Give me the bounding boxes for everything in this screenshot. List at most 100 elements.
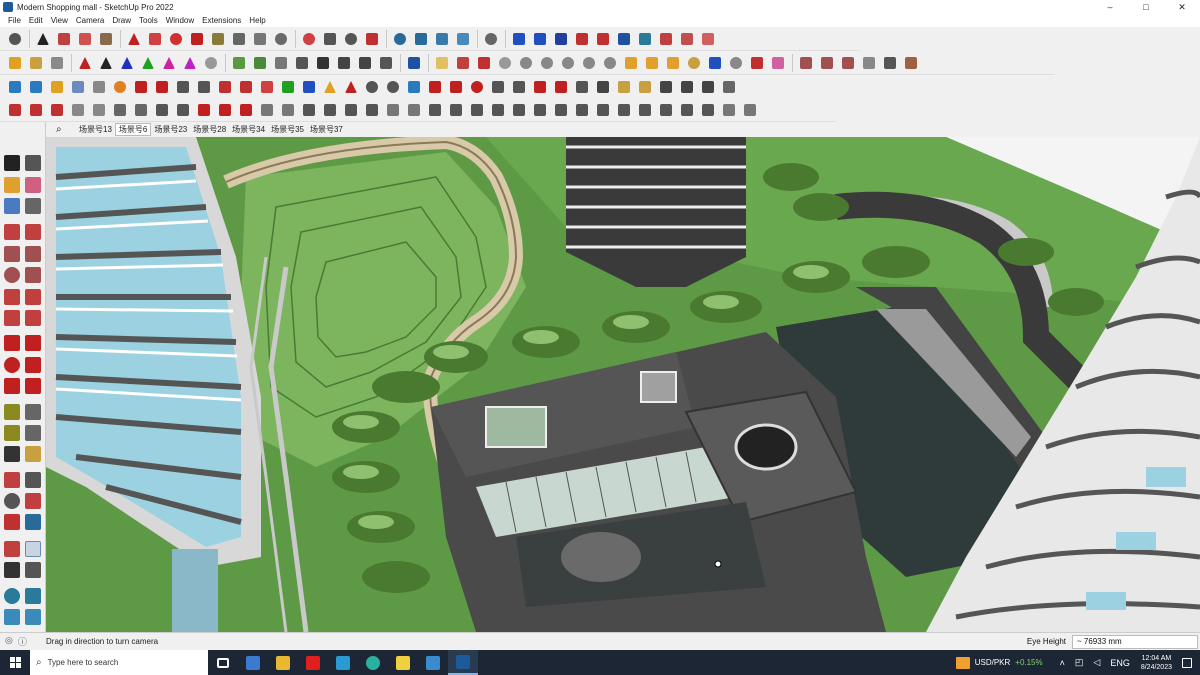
look-around-icon[interactable] (25, 541, 41, 557)
chevron-up-icon[interactable]: ˄ (1060, 658, 1065, 668)
scene-tab[interactable]: 场景号23 (151, 124, 190, 135)
plugin-tool-icon[interactable] (257, 100, 277, 120)
scene-tab[interactable]: 场景号34 (229, 124, 268, 135)
paint-bucket-icon[interactable] (4, 177, 20, 193)
orbit-icon[interactable] (299, 29, 319, 49)
start-button[interactable] (0, 650, 30, 675)
tag-tool-icon[interactable] (25, 198, 41, 214)
plugin-tool-icon[interactable] (530, 100, 550, 120)
currency-widget[interactable]: USD/PKR +0.15% (955, 656, 1043, 669)
extension-warehouse-icon[interactable] (411, 29, 431, 49)
plugin-tool-icon[interactable] (656, 29, 676, 49)
plugin-tool-icon[interactable] (292, 53, 312, 73)
search-icon[interactable]: ⌕ (56, 124, 70, 135)
plugin-tool-icon[interactable] (355, 53, 375, 73)
plugin-tool-icon[interactable] (677, 29, 697, 49)
menu-help[interactable]: Help (245, 16, 269, 25)
plugin-tool-icon[interactable] (341, 100, 361, 120)
tape-measure-icon[interactable] (4, 404, 20, 420)
push-pull-icon[interactable] (124, 29, 144, 49)
plugin-tool-icon[interactable] (236, 77, 256, 97)
plugin-tool-icon[interactable] (173, 77, 193, 97)
credits-icon[interactable]: ⓘ (18, 635, 27, 648)
text-tool-icon[interactable] (250, 29, 270, 49)
plugin-tool-icon[interactable] (558, 53, 578, 73)
plugin-tool-icon[interactable] (593, 100, 613, 120)
plugin-tool-icon[interactable] (901, 53, 921, 73)
plugin-tool-icon[interactable] (320, 77, 340, 97)
plugin-tool-icon[interactable] (131, 100, 151, 120)
taskbar-app[interactable] (358, 650, 388, 675)
plugin-tool-icon[interactable] (509, 100, 529, 120)
clock[interactable]: 12:04 AM 8/24/2023 (1141, 654, 1172, 672)
rectangle-tool-icon[interactable] (4, 246, 20, 262)
menu-tools[interactable]: Tools (135, 16, 162, 25)
plugin-tool-icon[interactable] (159, 53, 179, 73)
plugin-tool-icon[interactable] (747, 53, 767, 73)
plugin-tool-icon[interactable] (257, 77, 277, 97)
scene-tab[interactable]: 场景号37 (307, 124, 346, 135)
task-view-button[interactable] (208, 650, 238, 675)
plugin-tool-icon[interactable] (194, 100, 214, 120)
pie-tool-icon[interactable] (25, 310, 41, 326)
plugin-tool-icon[interactable] (530, 29, 550, 49)
shape-tool-icon[interactable] (96, 29, 116, 49)
plugin-tool-icon[interactable] (236, 100, 256, 120)
plugin-tool-icon[interactable] (614, 77, 634, 97)
plugin-tool-icon[interactable] (110, 77, 130, 97)
orbit-icon[interactable] (4, 472, 20, 488)
plugin-tool-icon[interactable] (271, 53, 291, 73)
plugin-tool-icon[interactable] (551, 100, 571, 120)
select-tool-icon[interactable] (33, 29, 53, 49)
plugin-tool-icon[interactable] (796, 53, 816, 73)
plugin-tool-icon[interactable] (474, 53, 494, 73)
plugin-tool-icon[interactable] (509, 29, 529, 49)
plugin-tool-icon[interactable] (194, 77, 214, 97)
move-tool-icon[interactable] (145, 29, 165, 49)
plugin-tool-icon[interactable] (768, 53, 788, 73)
polygon-tool-icon[interactable] (25, 267, 41, 283)
scale-tool-icon[interactable] (187, 29, 207, 49)
plugin-tool-icon[interactable] (250, 53, 270, 73)
plugin-tool-icon[interactable] (117, 53, 137, 73)
plugin-tool-icon[interactable] (446, 77, 466, 97)
plugin-tool-icon[interactable] (705, 53, 725, 73)
section-plane-icon[interactable] (25, 562, 41, 578)
scale-tool-icon[interactable] (4, 378, 20, 394)
follow-me-icon[interactable] (25, 357, 41, 373)
plugin-tool-icon[interactable] (656, 77, 676, 97)
plugin-tool-icon[interactable] (467, 100, 487, 120)
warehouse-icon[interactable] (390, 29, 410, 49)
select-tool-icon[interactable] (4, 155, 20, 171)
plugin-tool-icon[interactable] (740, 100, 760, 120)
model-viewport[interactable] (46, 137, 1200, 632)
plugin-tool-icon[interactable] (68, 100, 88, 120)
layout-icon[interactable] (432, 29, 452, 49)
solid-tool-icon[interactable] (47, 53, 67, 73)
plugin-tool-icon[interactable] (817, 53, 837, 73)
plugin-tool-icon[interactable] (635, 77, 655, 97)
scene-tab[interactable]: 场景号13 (76, 124, 115, 135)
plugin-tool-icon[interactable] (572, 29, 592, 49)
menu-window[interactable]: Window (162, 16, 198, 25)
zoom-window-icon[interactable] (5, 29, 25, 49)
plugin-tool-icon[interactable] (579, 53, 599, 73)
maximize-button[interactable]: □ (1128, 0, 1164, 14)
plugin-tool-icon[interactable] (5, 100, 25, 120)
zoom-icon[interactable] (4, 493, 20, 509)
move-tool-icon[interactable] (4, 335, 20, 351)
plugin-tool-icon[interactable] (404, 77, 424, 97)
circle-tool-icon[interactable] (4, 267, 20, 283)
plugin-tool-icon[interactable] (488, 77, 508, 97)
plugin-tool-icon[interactable] (180, 53, 200, 73)
menu-view[interactable]: View (47, 16, 72, 25)
component-icon[interactable] (5, 53, 25, 73)
plugin-tool-icon[interactable] (201, 53, 221, 73)
plugin-tool-icon[interactable] (334, 53, 354, 73)
plugin-tool-icon[interactable] (75, 53, 95, 73)
plugin-tool-icon[interactable] (383, 100, 403, 120)
plugin-tool-icon[interactable] (68, 77, 88, 97)
plugin-tool-icon[interactable] (152, 77, 172, 97)
arc-tool-icon[interactable] (75, 29, 95, 49)
plugin-tool-icon[interactable] (614, 100, 634, 120)
